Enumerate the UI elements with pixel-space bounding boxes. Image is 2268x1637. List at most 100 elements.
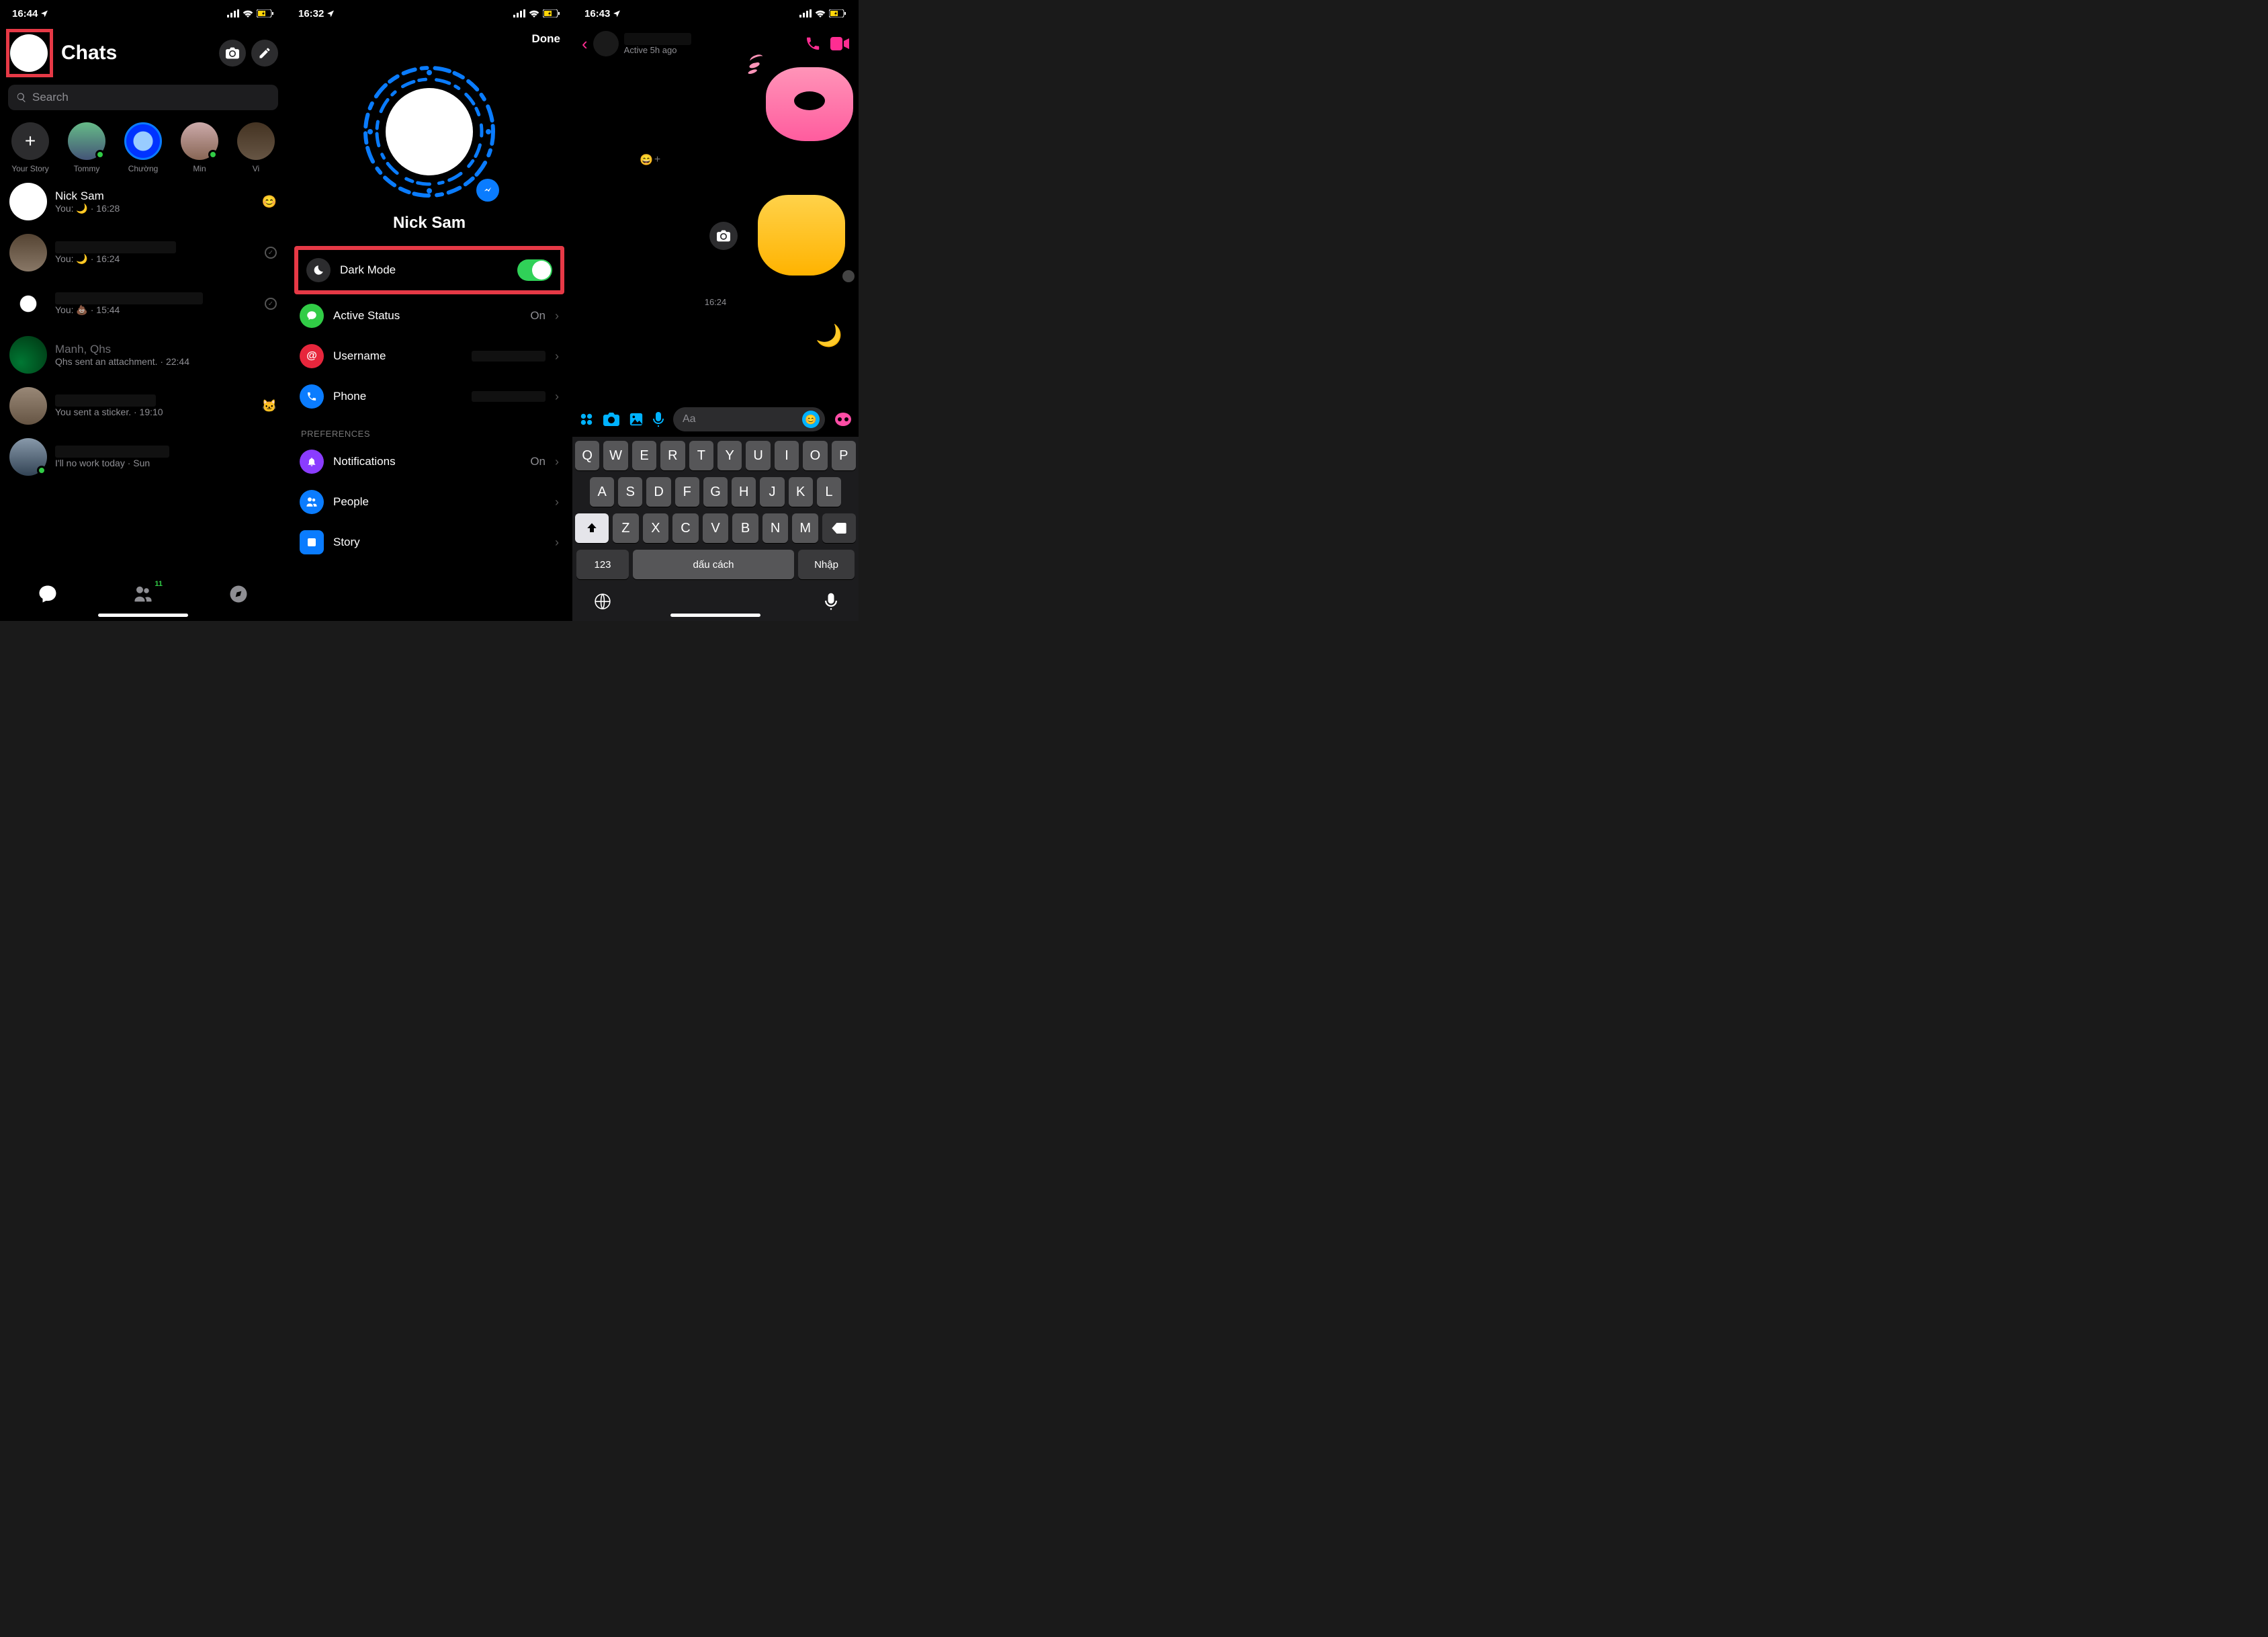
setting-phone[interactable]: Phone ›	[292, 376, 567, 417]
chat-row[interactable]: You: 💩 · 15:44 ✓	[0, 278, 286, 329]
video-call-button[interactable]	[830, 37, 849, 50]
key-o[interactable]: O	[803, 441, 827, 470]
story-item[interactable]: Chường	[122, 122, 164, 173]
story-icon	[300, 530, 324, 554]
home-indicator[interactable]	[670, 614, 760, 617]
keyboard-row-2: ASDFGHJKL	[575, 477, 856, 507]
key-s[interactable]: S	[618, 477, 642, 507]
signal-icon	[513, 9, 525, 17]
key-b[interactable]: B	[732, 513, 758, 543]
sticker-yellow-pig[interactable]	[758, 195, 845, 276]
setting-active-status[interactable]: Active Status On ›	[292, 296, 567, 336]
tab-chats[interactable]	[38, 584, 58, 604]
home-indicator[interactable]	[98, 614, 188, 617]
stories-row[interactable]: + Your Story Tommy Chường Min Vi	[0, 116, 286, 176]
camera-button[interactable]	[219, 40, 246, 67]
key-p[interactable]: P	[832, 441, 856, 470]
search-input[interactable]: Search	[8, 85, 278, 110]
chat-row[interactable]: Nick Sam You: 🌙 · 16:28 😊	[0, 176, 286, 227]
key-z[interactable]: Z	[613, 513, 639, 543]
dark-mode-toggle[interactable]	[517, 259, 552, 281]
key-t[interactable]: T	[689, 441, 713, 470]
highlight-profile	[6, 29, 53, 77]
voice-button[interactable]	[653, 412, 664, 427]
space-key[interactable]: dấu cách	[633, 550, 794, 579]
setting-dark-mode[interactable]: Dark Mode	[298, 250, 560, 290]
dictation-key[interactable]	[825, 593, 837, 610]
key-g[interactable]: G	[703, 477, 728, 507]
chat-row[interactable]: You: 🌙 · 16:24 ✓	[0, 227, 286, 278]
setting-story[interactable]: Story ›	[292, 522, 567, 562]
seen-avatar	[842, 270, 855, 282]
key-j[interactable]: J	[760, 477, 784, 507]
chat-row[interactable]: You sent a sticker. · 19:10 🐱	[0, 380, 286, 431]
key-n[interactable]: N	[762, 513, 789, 543]
contact-status: Active 5h ago	[624, 45, 691, 55]
keyboard-row-1: QWERTYUIOP	[575, 441, 856, 470]
your-story-add[interactable]: + Your Story	[9, 122, 51, 173]
story-item[interactable]: Min	[179, 122, 220, 173]
emoji-button[interactable]: 😊	[802, 411, 820, 428]
compose-button[interactable]	[251, 40, 278, 67]
key-r[interactable]: R	[660, 441, 685, 470]
backspace-key[interactable]	[822, 513, 856, 543]
chat-row[interactable]: I'll no work today · Sun	[0, 431, 286, 482]
key-k[interactable]: K	[789, 477, 813, 507]
key-y[interactable]: Y	[717, 441, 742, 470]
moon-message[interactable]: 🌙	[816, 323, 842, 348]
signal-icon	[799, 9, 812, 17]
location-arrow-icon	[40, 9, 48, 17]
done-button[interactable]: Done	[532, 32, 561, 46]
messenger-code[interactable]	[355, 58, 503, 206]
story-item[interactable]: Vi	[235, 122, 277, 173]
contact-header[interactable]: Active 5h ago	[593, 31, 795, 56]
story-item[interactable]: Tommy	[66, 122, 107, 173]
message-input[interactable]: Aa 😊	[673, 407, 825, 431]
tab-people[interactable]: 11	[133, 584, 153, 604]
key-i[interactable]: I	[775, 441, 799, 470]
key-m[interactable]: M	[792, 513, 818, 543]
message-thread[interactable]: 😄 + 16:24 🌙	[572, 60, 859, 402]
profile-avatar-button[interactable]	[10, 34, 48, 72]
apps-button[interactable]	[579, 412, 594, 427]
moon-icon	[306, 258, 331, 282]
pig-nose-icon	[834, 412, 852, 427]
gallery-button[interactable]	[629, 412, 644, 427]
key-u[interactable]: U	[746, 441, 770, 470]
key-v[interactable]: V	[703, 513, 729, 543]
camera-icon	[603, 413, 619, 426]
search-placeholder: Search	[32, 91, 69, 104]
key-f[interactable]: F	[675, 477, 699, 507]
setting-username[interactable]: @ Username ›	[292, 336, 567, 376]
tab-discover[interactable]	[228, 584, 249, 604]
key-w[interactable]: W	[603, 441, 627, 470]
chat-list[interactable]: Nick Sam You: 🌙 · 16:28 😊 You: 🌙 · 16:24…	[0, 176, 286, 577]
key-e[interactable]: E	[632, 441, 656, 470]
key-q[interactable]: Q	[575, 441, 599, 470]
globe-key[interactable]	[594, 593, 611, 610]
reaction-bar[interactable]: 😄 +	[640, 153, 660, 167]
camera-bubble-button[interactable]	[709, 222, 738, 250]
audio-call-button[interactable]	[805, 36, 821, 52]
like-button[interactable]	[834, 412, 852, 427]
battery-icon	[543, 9, 560, 17]
numbers-key[interactable]: 123	[576, 550, 629, 579]
key-a[interactable]: A	[590, 477, 614, 507]
shift-key[interactable]	[575, 513, 609, 543]
globe-icon	[594, 593, 611, 610]
back-button[interactable]: ‹	[582, 34, 588, 54]
key-l[interactable]: L	[817, 477, 841, 507]
chat-row[interactable]: Manh, Qhs Qhs sent an attachment. · 22:4…	[0, 329, 286, 380]
setting-people[interactable]: People ›	[292, 482, 567, 522]
setting-notifications[interactable]: Notifications On ›	[292, 442, 567, 482]
page-title: Chats	[61, 42, 214, 65]
enter-key[interactable]: Nhập	[798, 550, 855, 579]
camera-button[interactable]	[603, 413, 619, 426]
sticker-pink-pig[interactable]	[766, 67, 853, 141]
chevron-right-icon: ›	[555, 455, 559, 469]
key-c[interactable]: C	[672, 513, 699, 543]
key-x[interactable]: X	[643, 513, 669, 543]
key-h[interactable]: H	[732, 477, 756, 507]
status-time: 16:43	[584, 8, 610, 19]
key-d[interactable]: D	[646, 477, 670, 507]
